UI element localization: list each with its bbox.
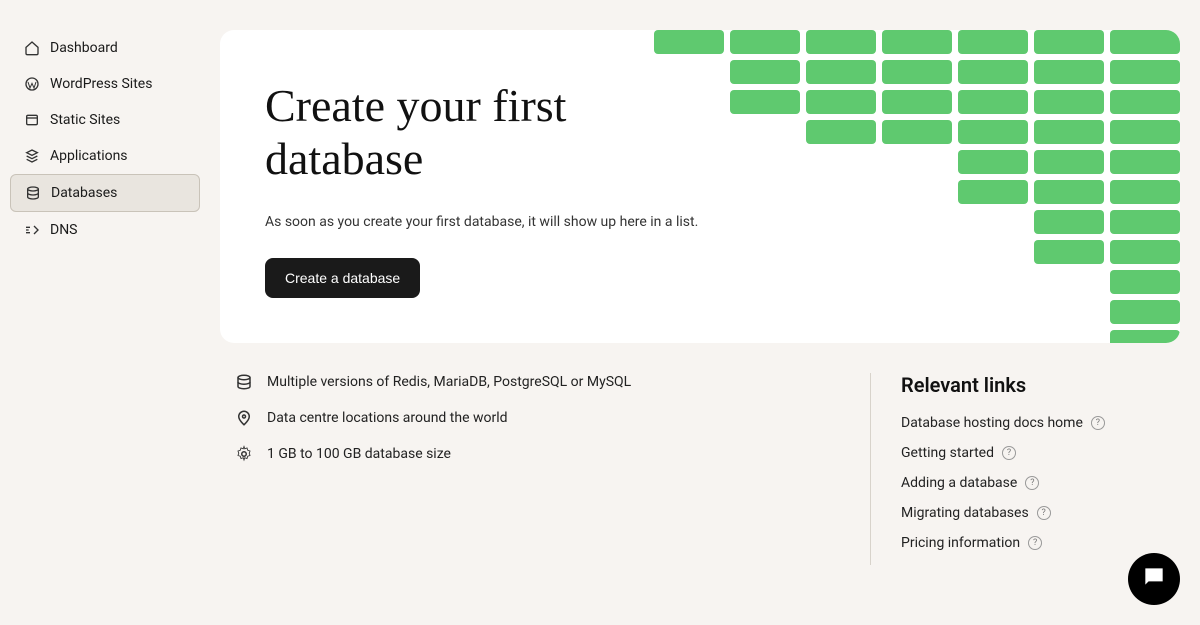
help-icon: ?	[1028, 536, 1042, 550]
sidebar-item-label: Databases	[51, 185, 117, 201]
link-migrating[interactable]: Migrating databases ?	[901, 505, 1180, 521]
home-icon	[24, 40, 40, 56]
link-text: Database hosting docs home	[901, 415, 1083, 431]
feature-text: 1 GB to 100 GB database size	[267, 446, 451, 462]
sidebar: Dashboard WordPress Sites Static Sites A…	[0, 0, 210, 625]
create-database-button[interactable]: Create a database	[265, 258, 420, 298]
link-adding-database[interactable]: Adding a database ?	[901, 475, 1180, 491]
database-icon	[235, 373, 253, 391]
chat-icon	[1141, 564, 1167, 594]
link-getting-started[interactable]: Getting started ?	[901, 445, 1180, 461]
help-icon: ?	[1091, 416, 1105, 430]
links-title: Relevant links	[901, 373, 1180, 397]
wordpress-icon	[24, 76, 40, 92]
feature-item: 1 GB to 100 GB database size	[235, 445, 830, 463]
feature-text: Multiple versions of Redis, MariaDB, Pos…	[267, 374, 631, 390]
chat-button[interactable]	[1128, 553, 1180, 605]
help-icon: ?	[1002, 446, 1016, 460]
link-text: Getting started	[901, 445, 994, 461]
hero-description: As soon as you create your first databas…	[265, 214, 1135, 230]
apps-icon	[24, 148, 40, 164]
sidebar-item-applications[interactable]: Applications	[10, 138, 200, 174]
feature-item: Multiple versions of Redis, MariaDB, Pos…	[235, 373, 830, 391]
help-icon: ?	[1025, 476, 1039, 490]
gear-icon	[235, 445, 253, 463]
sidebar-item-label: WordPress Sites	[50, 76, 152, 92]
link-text: Migrating databases	[901, 505, 1029, 521]
help-icon: ?	[1037, 506, 1051, 520]
main-content: Create your first database As soon as yo…	[210, 0, 1200, 625]
sidebar-item-databases[interactable]: Databases	[10, 174, 200, 212]
static-icon	[24, 112, 40, 128]
sidebar-item-label: Dashboard	[50, 40, 118, 56]
database-icon	[25, 185, 41, 201]
link-text: Adding a database	[901, 475, 1017, 491]
sidebar-item-label: Applications	[50, 148, 128, 164]
hero-card: Create your first database As soon as yo…	[220, 30, 1180, 343]
sidebar-item-static[interactable]: Static Sites	[10, 102, 200, 138]
feature-item: Data centre locations around the world	[235, 409, 830, 427]
hero-title: Create your first database	[265, 80, 685, 186]
link-docs-home[interactable]: Database hosting docs home ?	[901, 415, 1180, 431]
sidebar-item-wordpress[interactable]: WordPress Sites	[10, 66, 200, 102]
sidebar-item-dns[interactable]: DNS	[10, 212, 200, 248]
location-icon	[235, 409, 253, 427]
link-text: Pricing information	[901, 535, 1020, 551]
sidebar-item-label: DNS	[50, 222, 78, 238]
sidebar-item-label: Static Sites	[50, 112, 120, 128]
dns-icon	[24, 222, 40, 238]
relevant-links-panel: Relevant links Database hosting docs hom…	[870, 373, 1180, 565]
features-list: Multiple versions of Redis, MariaDB, Pos…	[220, 373, 830, 565]
info-row: Multiple versions of Redis, MariaDB, Pos…	[220, 373, 1180, 565]
link-pricing[interactable]: Pricing information ?	[901, 535, 1180, 551]
decorative-bricks	[620, 30, 1180, 343]
feature-text: Data centre locations around the world	[267, 410, 508, 426]
sidebar-item-dashboard[interactable]: Dashboard	[10, 30, 200, 66]
